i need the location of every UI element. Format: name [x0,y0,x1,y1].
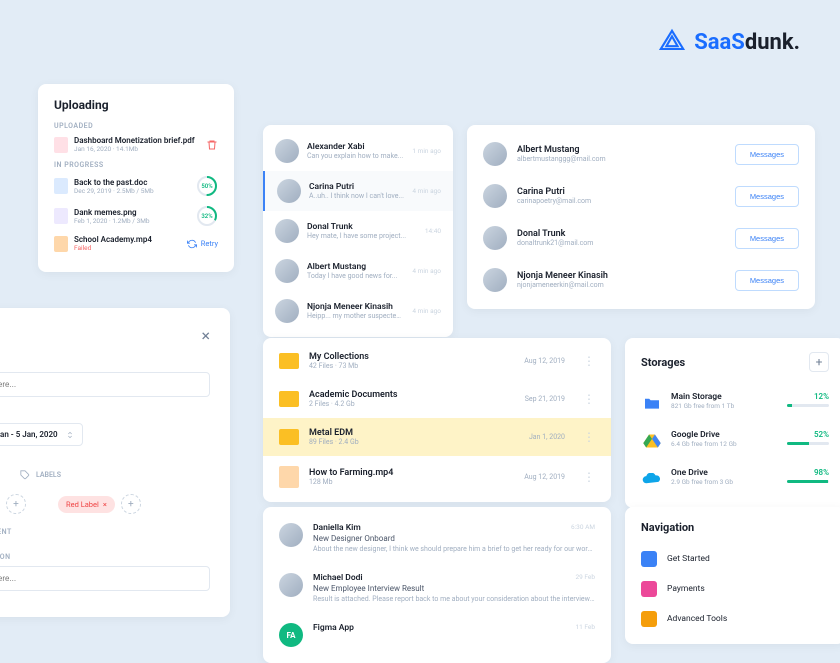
messages-button[interactable]: Messages [735,144,799,165]
progress-file-row: Dank memes.png Feb 1, 2020 · 1.2Mb / 3Mb… [54,205,218,227]
chat-list: Alexander XabiCan you explain how to mak… [263,125,453,337]
folder-row[interactable]: My Collections42 Files · 73 Mb Aug 12, 2… [263,342,611,380]
progress-file-row: Back to the past.doc Dec 29, 2019 · 2.5M… [54,175,218,197]
remove-label-icon[interactable]: × [103,500,107,509]
avatar [275,299,299,323]
chevron-updown-icon [66,431,74,439]
avatar [279,523,303,547]
avatar [275,259,299,283]
more-icon[interactable]: ⋮ [583,430,595,444]
chat-item[interactable]: Donal TrunkHey mate, I have some project… [263,211,453,251]
nav-icon [641,551,657,567]
onedrive-icon [642,473,662,485]
contact-row: Donal Trunkdonaltrunk21@mail.com Message… [467,217,815,259]
navigation-card: Navigation Get StartedPaymentsAdvanced T… [625,507,840,644]
folder-icon [279,391,299,407]
avatar [483,226,507,250]
chat-item[interactable]: Albert MustangToday I have good news for… [263,251,453,291]
add-member-button[interactable]: + [6,494,26,514]
file-icon [54,236,68,252]
chat-item[interactable]: Alexander XabiCan you explain how to mak… [263,131,453,171]
uploaded-label: UPLOADED [54,122,218,130]
brand-logo: SaaSdunk. [658,28,800,56]
storage-row[interactable]: Main Storage821 Gb free from 1 Tb 12% [641,384,829,422]
failed-file-row: School Academy.mp4 Failed Retry [54,235,218,252]
uploaded-file-row: Dashboard Monetization brief.pdf Jan 16,… [54,136,218,153]
storage-row[interactable]: One Drive2.9 Gb free from 3 Gb 98% [641,460,829,498]
folders-card: My Collections42 Files · 73 Mb Aug 12, 2… [263,338,611,502]
file-row[interactable]: How to Farming.mp4128 Mb Aug 12, 2019 ⋮ [263,456,611,498]
nav-icon [641,581,657,597]
tag-icon [20,470,30,480]
file-icon [279,466,299,488]
folder-icon [279,353,299,369]
nav-title: Navigation [641,521,829,534]
inprogress-label: IN PROGRESS [54,161,218,169]
file-icon [54,208,68,224]
storages-card: Storages + Main Storage821 Gb free from … [625,338,840,508]
avatar [483,142,507,166]
card-form: ard × CARD ATE 2 Jan - 5 Jan, 2020 LABEL… [0,308,230,617]
uploading-title: Uploading [54,98,218,112]
storages-title: Storages [641,356,685,369]
brand-text: SaaSdunk. [694,30,800,55]
avatar [275,139,299,163]
avatar [277,179,301,203]
thread-item[interactable]: Daniella Kim6:30 AM New Designer Onboard… [263,513,611,563]
gdrive-icon [643,433,661,449]
messages-button[interactable]: Messages [735,228,799,249]
logo-icon [658,28,686,56]
more-icon[interactable]: ⋮ [583,470,595,484]
add-label-button[interactable]: + [121,494,141,514]
contacts-card: Albert Mustangalbertmustanggg@mail.com M… [467,125,815,309]
more-icon[interactable]: ⋮ [583,354,595,368]
label-chip[interactable]: Red Label× [58,496,115,513]
folder-icon [279,429,299,445]
file-icon [54,178,68,194]
description-input[interactable] [0,566,210,591]
folder-storage-icon [643,396,661,410]
avatar [279,573,303,597]
messages-button[interactable]: Messages [735,270,799,291]
progress-ring: 50% [196,175,218,197]
date-picker[interactable]: 2 Jan - 5 Jan, 2020 [0,423,83,446]
nav-item[interactable]: Payments [641,574,829,604]
folder-row[interactable]: Academic Documents2 Files · 4.2 Gb Sep 2… [263,380,611,418]
file-icon [54,137,68,153]
contact-row: Carina Putricarinapoetry@mail.com Messag… [467,175,815,217]
messages-button[interactable]: Messages [735,186,799,207]
retry-button[interactable]: Retry [187,239,218,249]
add-storage-button[interactable]: + [809,352,829,372]
more-icon[interactable]: ⋮ [583,392,595,406]
nav-item[interactable]: Get Started [641,544,829,574]
storage-row[interactable]: Google Drive6.4 Gb free from 12 Gb 52% [641,422,829,460]
folder-row[interactable]: Metal EDM89 Files · 2.4 Gb Jan 1, 2020 ⋮ [263,418,611,456]
avatar [275,219,299,243]
delete-icon[interactable] [206,139,218,151]
thread-card: Daniella Kim6:30 AM New Designer Onboard… [263,507,611,663]
progress-ring: 32% [196,205,218,227]
retry-icon [187,239,197,249]
nav-icon [641,611,657,627]
avatar: FA [279,623,303,647]
close-button[interactable]: × [201,326,210,345]
chat-item[interactable]: Njonja Meneer KinasihHeipp... my mother … [263,291,453,331]
card-name-input[interactable] [0,372,210,397]
contact-row: Njonja Meneer Kinasihnjonjameneerkin@mai… [467,259,815,301]
avatar [483,268,507,292]
nav-item[interactable]: Advanced Tools [641,604,829,634]
uploading-card: Uploading UPLOADED Dashboard Monetizatio… [38,84,234,272]
thread-item[interactable]: Michael Dodi29 Feb New Employee Intervie… [263,563,611,613]
chat-item[interactable]: Carina PutriA..uh.. I think now I can't … [263,171,453,211]
avatar [483,184,507,208]
contact-row: Albert Mustangalbertmustanggg@mail.com M… [467,133,815,175]
thread-item[interactable]: FA Figma App11 Feb [263,613,611,657]
